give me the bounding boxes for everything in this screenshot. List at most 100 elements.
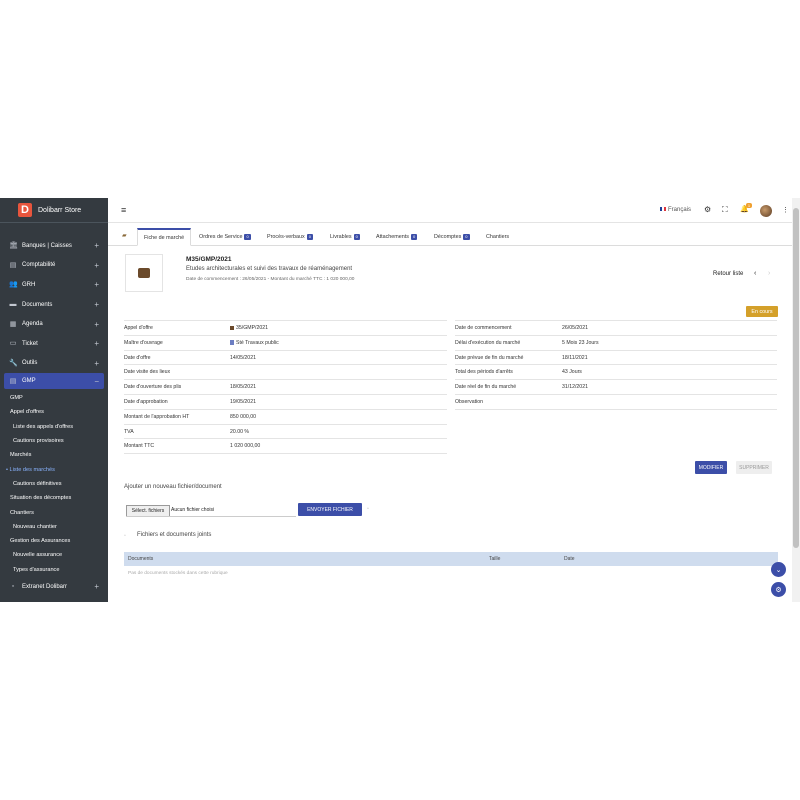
submenu-liste-marches[interactable]: • Liste des marchés [0, 462, 108, 476]
tab-chantiers[interactable]: Chantiers [486, 228, 509, 245]
expand-icon[interactable]: + [94, 359, 99, 368]
table-row: Date visite des lieux [124, 364, 447, 379]
field-value-link[interactable]: 35/GMP/2021 [230, 325, 268, 331]
kebab-menu-icon[interactable]: ⋮ [782, 206, 789, 214]
field-label: TVA [124, 428, 134, 435]
hamburger-menu-icon[interactable]: ≡ [121, 205, 126, 215]
submenu-nouveau-chantier[interactable]: Nouveau chantier [0, 520, 108, 534]
language-selector[interactable]: Français [660, 207, 691, 213]
submenu-cautions-provisoires[interactable]: Cautions provisoires [0, 434, 108, 448]
submenu-types-assurance[interactable]: Types d'assurance [0, 563, 108, 577]
tab-count-badge: 0 [353, 233, 360, 240]
expand-icon[interactable]: + [94, 320, 99, 329]
sidebar-item-outils[interactable]: 🔧 Outils + [0, 354, 108, 374]
scrollbar[interactable] [792, 198, 800, 602]
documents-empty-message: Pas de documents stockés dans cette rubr… [128, 571, 228, 576]
submenu-gmp[interactable]: GMP [0, 391, 108, 405]
submenu-cautions-definitives[interactable]: Cautions définitives [0, 477, 108, 491]
sidebar-item-extranet[interactable]: ▫ Extranet Dolibarr + [0, 577, 108, 597]
tab-label: Chantiers [486, 233, 510, 240]
tab-decomptes[interactable]: Décomptes 0 [434, 228, 470, 245]
tab-label: Procès-verbaux [267, 233, 305, 240]
field-label: Date réel de fin du marché [455, 384, 517, 391]
sidebar-item-comptabilite[interactable]: ▤ Comptabilité + [0, 256, 108, 276]
calendar-icon: ▦ [9, 320, 17, 328]
marche-label: Etudes architecturales et suivi des trav… [186, 266, 353, 272]
table-row: Observation [455, 393, 777, 410]
field-value: 31/12/2021 [562, 384, 588, 391]
settings-gear-icon[interactable]: ⚙ [771, 582, 786, 597]
table-row: TVA 20.00 % [124, 423, 447, 439]
building-icon [230, 339, 234, 345]
submenu-marches[interactable]: Marchés [0, 448, 108, 462]
collapse-icon[interactable]: − [94, 377, 99, 386]
table-row: Montant de l'approbation HT 850 000,00 [124, 408, 447, 424]
users-icon: 👥 [9, 281, 18, 289]
sidebar-item-label: Ticket [22, 340, 38, 347]
field-label: Appel d'offre [124, 325, 153, 331]
field-label: Délai d'exécution du marché [455, 339, 521, 346]
sidebar-item-gmp[interactable]: ▤ GMP − [4, 373, 104, 390]
table-row: Montant TTC 1 020 000,00 [124, 438, 447, 455]
gear-icon[interactable]: ⚙ [704, 205, 711, 214]
attached-files-title: Fichiers et documents joints [137, 532, 212, 538]
app-window: D Dolibarr Store 🏛 Banques | Caisses + ▤… [0, 198, 800, 602]
submenu-chantiers[interactable]: Chantiers [0, 505, 108, 519]
submenu-liste-appels[interactable]: Liste des appels d'offres [0, 420, 108, 434]
envoyer-fichier-button[interactable]: ENVOYER FICHIER [298, 503, 362, 516]
scroll-down-icon[interactable]: ⌄ [771, 562, 786, 577]
sidebar-item-label: GRH [22, 281, 36, 288]
current-bullet-icon: • [6, 466, 8, 473]
tab-label: Décomptes [434, 233, 462, 240]
field-label: Date de commencement [455, 325, 512, 331]
fullscreen-icon[interactable]: ⛶ [722, 205, 728, 215]
sidebar-item-banques[interactable]: 🏛 Banques | Caisses + [0, 236, 108, 256]
sidebar-item-ticket[interactable]: ▭ Ticket + [0, 334, 108, 354]
tab-attachements[interactable]: Attachements 0 [376, 228, 418, 245]
table-row: Date d'ouverture des plis 18/05/2021 [124, 379, 447, 394]
expand-icon[interactable]: + [94, 339, 99, 348]
scrollbar-thumb[interactable] [793, 208, 799, 548]
submenu-label: Liste des marchés [9, 466, 55, 473]
notification-badge: 1 [746, 203, 752, 208]
field-value-link[interactable]: Sté Travaux public [230, 340, 279, 346]
retour-liste-link[interactable]: Retour liste [713, 271, 743, 277]
field-value: 19/05/2021 [230, 398, 256, 405]
chevron-left-icon[interactable]: ‹ [754, 270, 756, 277]
supprimer-button[interactable]: SUPPRIMER [736, 461, 772, 474]
expand-icon[interactable]: + [94, 261, 99, 270]
tab-label: Attachements [376, 233, 409, 240]
submenu-situation-decomptes[interactable]: Situation des décomptes [0, 491, 108, 505]
field-value: 1 020 000,00 [230, 443, 261, 450]
sidebar: D Dolibarr Store 🏛 Banques | Caisses + ▤… [0, 198, 108, 602]
marche-summary: Date de commencement : 26/05/2021 - Mont… [186, 277, 355, 282]
tab-ordres-service[interactable]: Ordres de Service 0 [199, 228, 251, 245]
submenu-appel-offres[interactable]: Appel d'offres [0, 405, 108, 419]
modifier-button[interactable]: MODIFIER [695, 461, 727, 474]
field-label: Observation [455, 398, 483, 405]
tab-count-badge: 0 [410, 233, 418, 240]
sidebar-item-grh[interactable]: 👥 GRH + [0, 275, 108, 295]
sidebar-item-agenda[interactable]: ▦ Agenda + [0, 314, 108, 334]
field-label: Date d'offre [124, 354, 151, 361]
tab-livrables[interactable]: Livrables 0 [330, 228, 360, 245]
expand-icon[interactable]: + [94, 300, 99, 309]
field-value: 14/05/2021 [230, 354, 256, 361]
sidebar-item-label: Agenda [22, 321, 43, 328]
table-row: Appel d'offre 35/GMP/2021 [124, 320, 447, 335]
tab-proces-verbaux[interactable]: Procès-verbaux 0 [267, 228, 313, 245]
expand-icon[interactable]: + [94, 280, 99, 289]
brand[interactable]: D Dolibarr Store [0, 198, 108, 223]
field-label: Date prévue de fin du marché [455, 354, 524, 361]
expand-icon[interactable]: + [94, 582, 99, 591]
tab-fiche-marche[interactable]: Fiche de marché [137, 228, 192, 246]
field-label: Maître d'ouvrage [124, 339, 163, 346]
expand-icon[interactable]: + [94, 241, 99, 250]
tab-label: Fiche de marché [144, 234, 185, 241]
submenu-nouvelle-assurance[interactable]: Nouvelle assurance [0, 548, 108, 562]
avatar[interactable] [760, 205, 772, 217]
chevron-right-icon[interactable]: › [768, 270, 770, 277]
ticket-icon: ▭ [9, 340, 17, 348]
sidebar-item-documents[interactable]: ▬ Documents + [0, 295, 108, 315]
submenu-gestion-assurances[interactable]: Gestion des Assurances [0, 534, 108, 548]
